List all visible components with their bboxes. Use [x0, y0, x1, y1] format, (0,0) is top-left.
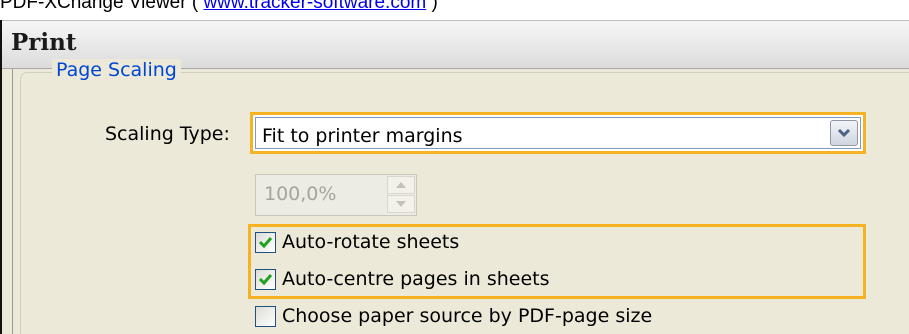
page-scaling-legend: Page Scaling: [52, 59, 181, 81]
scaling-type-select[interactable]: Fit to printer margins: [250, 112, 866, 154]
caption-link[interactable]: www.tracker-software.com: [203, 0, 426, 13]
paper-source-checkbox[interactable]: [255, 305, 276, 327]
spin-down-button[interactable]: [387, 195, 415, 213]
dialog-title: Print: [11, 29, 77, 56]
percent-value: 100,0%: [264, 183, 337, 205]
auto-rotate-checkbox[interactable]: [255, 231, 276, 253]
spin-buttons: [387, 176, 415, 214]
paper-source-label: Choose paper source by PDF-page size: [282, 305, 653, 327]
caption: PDF-XChange Viewer ( www.tracker-softwar…: [0, 0, 438, 18]
scaling-type-field: Fit to printer margins: [255, 117, 861, 149]
auto-rotate-label: Auto-rotate sheets: [282, 231, 460, 253]
dropdown-button[interactable]: [830, 120, 858, 146]
option-auto-rotate[interactable]: Auto-rotate sheets: [255, 228, 459, 256]
triangle-up-icon: [396, 182, 406, 188]
caption-suffix: ): [426, 0, 438, 13]
caption-prefix: PDF-XChange Viewer (: [0, 0, 204, 13]
auto-centre-label: Auto-centre pages in sheets: [282, 268, 550, 290]
spin-up-button[interactable]: [387, 176, 415, 194]
chevron-down-icon: [837, 128, 851, 138]
scaling-type-label: Scaling Type:: [105, 123, 230, 145]
scaling-type-value: Fit to printer margins: [262, 125, 463, 147]
checkmark-icon: [258, 273, 273, 285]
option-paper-source[interactable]: Choose paper source by PDF-page size: [255, 302, 652, 330]
triangle-down-icon: [396, 201, 406, 207]
auto-centre-checkbox[interactable]: [255, 268, 276, 290]
option-auto-centre[interactable]: Auto-centre pages in sheets: [255, 265, 550, 293]
checkmark-icon: [258, 236, 273, 248]
percent-spinbox[interactable]: 100,0%: [255, 174, 417, 216]
